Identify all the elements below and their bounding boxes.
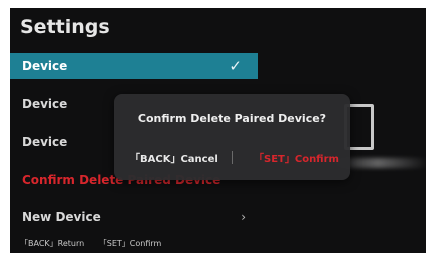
- confirm-button[interactable]: 「SET」Confirm: [254, 150, 339, 165]
- dialog-actions: 「BACK」Cancel 「SET」Confirm: [114, 150, 350, 166]
- settings-screen: Settings Device ✓ Device Device Confirm …: [10, 8, 426, 253]
- page-title: Settings: [20, 16, 110, 38]
- menu-item-label: Device: [22, 59, 68, 73]
- hint-bar: 「BACK」Return 「SET」Confirm: [20, 238, 173, 249]
- menu-item-label: Device: [22, 97, 68, 111]
- menu-item-label: Device: [22, 135, 68, 149]
- menu-item-device-1[interactable]: Device ✓: [10, 53, 258, 79]
- chevron-right-icon: ›: [241, 210, 246, 224]
- confirm-dialog: Confirm Delete Paired Device? 「BACK」Canc…: [114, 94, 350, 180]
- check-icon: ✓: [229, 57, 242, 75]
- hint-back: 「BACK」Return: [20, 239, 85, 248]
- divider: [232, 151, 233, 164]
- menu-item-new-device[interactable]: New Device ›: [10, 204, 258, 230]
- hint-set: 「SET」Confirm: [98, 239, 162, 248]
- cancel-button[interactable]: 「BACK」Cancel: [130, 150, 218, 165]
- menu-item-label: New Device: [22, 210, 101, 224]
- dialog-title: Confirm Delete Paired Device?: [137, 112, 327, 125]
